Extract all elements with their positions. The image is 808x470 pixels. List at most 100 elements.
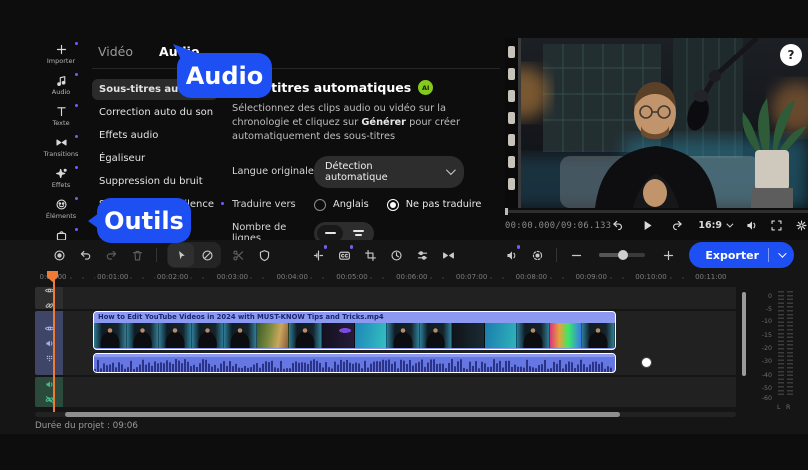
meter-channel-label: L: [777, 404, 781, 411]
ruler-label: 00:02:00: [155, 273, 190, 281]
thumbnail-frame: [550, 323, 583, 348]
chevron-down-icon: [726, 221, 733, 228]
zoom-out-icon[interactable]: [563, 243, 589, 267]
fullscreen-icon[interactable]: [770, 219, 783, 232]
zoom-slider-handle[interactable]: [618, 250, 628, 260]
crop-icon[interactable]: [357, 243, 383, 267]
panel-description: Sélectionnez des clips audio ou vidéo su…: [232, 102, 504, 145]
app-window: Importer Audio Texte Transitions Effets Éléme…: [0, 0, 808, 470]
playhead-line: [53, 272, 55, 412]
ruler-label: 00:01:00: [95, 273, 130, 281]
zoom-in-icon[interactable]: [655, 243, 681, 267]
volume-icon[interactable]: [745, 219, 758, 232]
zoom-slider[interactable]: [599, 253, 645, 257]
step-back-icon[interactable]: [611, 219, 624, 232]
thumbnail-frame: [192, 323, 225, 348]
toolbar-separator: [156, 248, 157, 262]
horizontal-scrollbar[interactable]: [65, 412, 620, 417]
step-forward-icon[interactable]: [671, 219, 684, 232]
preview-panel: ? 00:00.000/09:06.133 16:9: [505, 38, 808, 232]
clip-audio-waveform[interactable]: [93, 353, 616, 373]
chevron-down-icon: [446, 165, 456, 175]
track3-lane[interactable]: [63, 377, 736, 407]
play-button[interactable]: [641, 219, 654, 232]
seek-handle[interactable]: [505, 208, 508, 215]
notification-dot: [75, 135, 78, 138]
tool-list-item[interactable]: Égaliseur: [92, 148, 218, 169]
meter-scale-label: 0: [768, 293, 772, 300]
track-row-2: How to Edit YouTube Videos in 2024 with …: [35, 311, 736, 375]
sparkle-icon: [55, 167, 68, 180]
outils-callout: Outils: [97, 198, 191, 243]
thumbnail-frame: [127, 323, 160, 348]
track2-lane[interactable]: How to Edit YouTube Videos in 2024 with …: [63, 311, 736, 375]
timeline-ruler[interactable]: 0:00:0000:01:0000:02:0000:03:0000:04:000…: [0, 270, 740, 286]
tab-video[interactable]: Vidéo: [98, 44, 133, 59]
sidebar-item-elements[interactable]: Éléments: [36, 195, 86, 223]
sidebar-item-texte[interactable]: Texte: [36, 102, 86, 130]
radio-circle-icon: [387, 199, 399, 211]
thumbnail-frame: [420, 323, 453, 348]
tool-list-item[interactable]: Correction auto du son: [92, 102, 218, 123]
captions-icon[interactable]: [331, 243, 357, 267]
smiley-icon: [55, 198, 68, 211]
ruler-label: 00:03:00: [215, 273, 250, 281]
track3-header[interactable]: [35, 377, 63, 407]
track1-lane[interactable]: [63, 287, 736, 309]
no-overwrite-icon[interactable]: [194, 243, 220, 267]
transition-icon[interactable]: [435, 243, 461, 267]
thumbnail-frame: [517, 323, 550, 348]
tool-list-item[interactable]: Effets audio: [92, 125, 218, 146]
motion-icon[interactable]: [524, 243, 550, 267]
chevron-down-icon: [778, 249, 786, 257]
radio-ne-pas-traduire[interactable]: Ne pas traduire: [387, 199, 482, 211]
gear-icon[interactable]: [795, 219, 808, 232]
aspect-ratio-select[interactable]: 16:9: [698, 220, 731, 231]
thumbnail-frame: [94, 323, 127, 348]
clip-volume-icon[interactable]: [498, 243, 524, 267]
cut-icon[interactable]: [225, 243, 251, 267]
preview-seekbar[interactable]: [505, 210, 808, 213]
sidebar-item-effets[interactable]: Effets: [36, 164, 86, 192]
ai-badge: AI: [418, 80, 433, 95]
sidebar-item-transitions[interactable]: Transitions: [36, 133, 86, 161]
redo-icon[interactable]: [98, 243, 124, 267]
delete-icon[interactable]: [124, 243, 150, 267]
notification-dot: [517, 245, 521, 249]
track-row-1: [35, 287, 736, 309]
radio-anglais[interactable]: Anglais: [314, 199, 369, 211]
help-button[interactable]: ?: [780, 44, 802, 66]
speed-icon[interactable]: [383, 243, 409, 267]
thumbnail-frame: [257, 323, 290, 348]
text-icon: [55, 105, 68, 118]
timeline: Exporter 0:00:0000:01:0000:02:0000:03:00…: [0, 240, 808, 434]
track1-header[interactable]: [35, 287, 63, 309]
marker-icon[interactable]: [251, 243, 277, 267]
ruler-label: 00:05:00: [334, 273, 369, 281]
ruler-label: 00:10:00: [633, 273, 668, 281]
tool-list-item[interactable]: Suppression du bruit: [92, 171, 218, 192]
meter-scale-label: -10: [762, 318, 772, 325]
audio-level-icon[interactable]: [305, 243, 331, 267]
sidebar-item-importer[interactable]: Importer: [36, 40, 86, 68]
language-dropdown[interactable]: Détection automatique: [314, 156, 464, 188]
record-icon[interactable]: [46, 243, 72, 267]
sidebar-item-audio[interactable]: Audio: [36, 71, 86, 99]
thumbnail-frame: [452, 323, 485, 348]
meter-channel-label: R: [786, 404, 790, 411]
export-button[interactable]: Exporter: [689, 242, 794, 268]
track-row-3: [35, 377, 736, 407]
vertical-scrollbar[interactable]: [742, 292, 746, 376]
video-clip[interactable]: How to Edit YouTube Videos in 2024 with …: [93, 311, 616, 350]
track2-header[interactable]: [35, 311, 63, 375]
thumbnail-frame: [582, 323, 615, 348]
tool-mode-group: [167, 242, 221, 268]
horizontal-scrollbar-track: [35, 412, 736, 417]
plus-icon: [55, 43, 68, 56]
pointer-tool-icon[interactable]: [168, 243, 194, 267]
panel-tabs: VidéoAudio: [92, 40, 500, 69]
properties-icon[interactable]: [409, 243, 435, 267]
clip-trim-handle[interactable]: [642, 358, 651, 367]
video-frame: [505, 38, 808, 208]
undo-icon[interactable]: [72, 243, 98, 267]
